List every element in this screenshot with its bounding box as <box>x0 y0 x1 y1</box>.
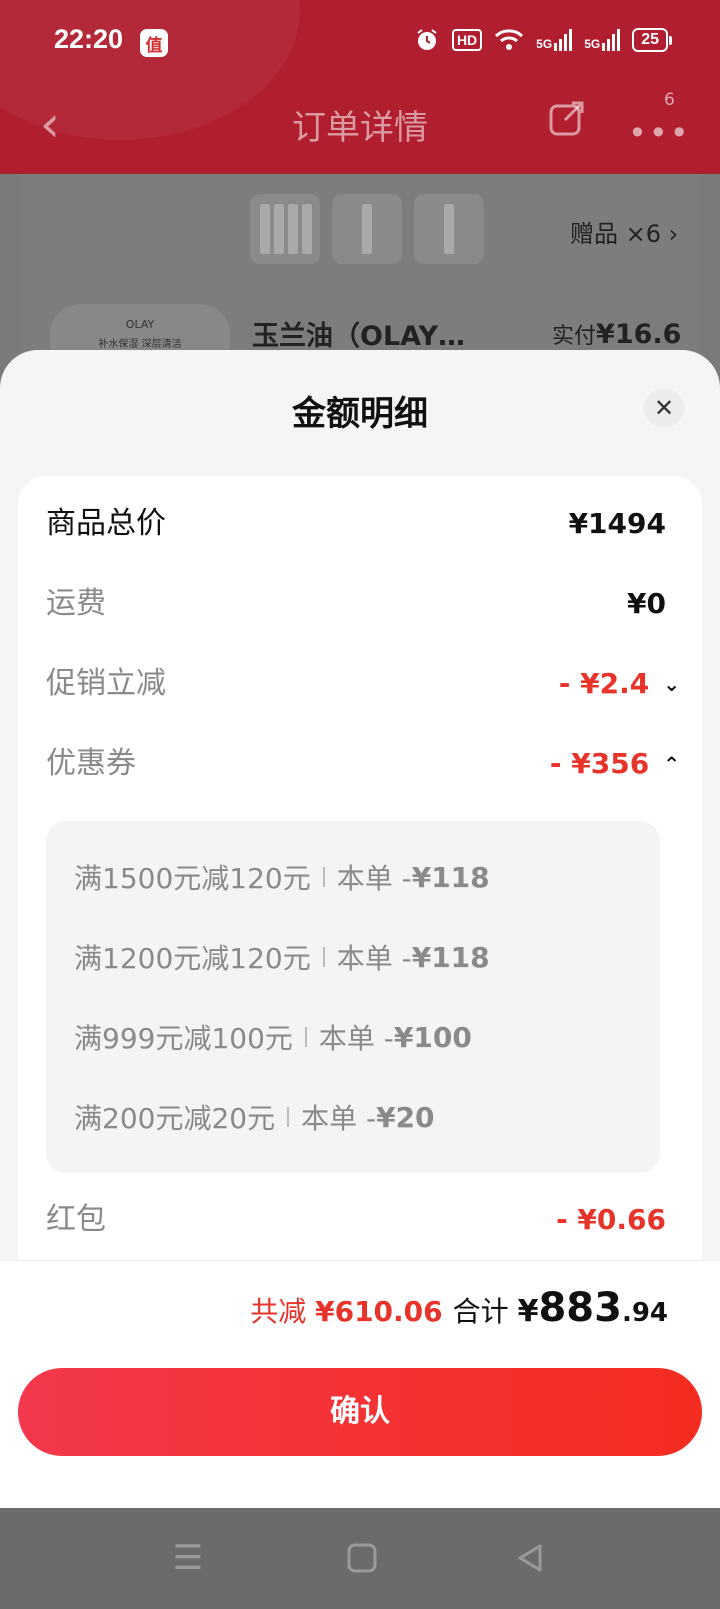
more-icon[interactable]: ••• <box>628 114 691 152</box>
row-value: ¥1494 <box>568 507 666 540</box>
row-label: 商品总价 <box>46 506 166 541</box>
coupon-item: 满1200元减120元 本单 - ¥118 <box>74 940 490 976</box>
more-count-badge: 6 <box>664 90 675 110</box>
signal-icon <box>554 29 573 51</box>
product-name: 玉兰油（OLAY… <box>252 321 466 352</box>
row-goods-total: 商品总价 ¥1494 <box>46 502 666 546</box>
gift-thumbnail <box>414 194 484 264</box>
confirm-area: 确认 <box>0 1356 720 1508</box>
coupon-item: 满200元减20元 本单 - ¥20 <box>74 1100 435 1136</box>
network-5g-2: 5G <box>584 29 621 51</box>
row-label: 红包 <box>46 1202 106 1237</box>
row-promotion[interactable]: 促销立减 - ¥2.4 ⌄ <box>46 662 680 706</box>
navbar: ‹ 订单详情 ••• 6 <box>0 86 720 174</box>
row-label: 运费 <box>46 586 106 621</box>
page-title: 订单详情 <box>292 108 428 148</box>
total-discount: 共减 ¥610.06 <box>250 1295 443 1328</box>
product-paid-price: 实付¥16.6 <box>552 319 682 350</box>
coupon-item: 满999元减100元 本单 - ¥100 <box>74 1020 472 1056</box>
status-time: 22:20 <box>54 24 124 54</box>
system-nav-bar: ☰ <box>0 1508 720 1609</box>
gift-count-link[interactable]: 赠品 ×6 › <box>570 214 678 249</box>
row-value: - ¥356 ⌃ <box>550 742 680 786</box>
chevron-down-icon[interactable]: ⌄ <box>663 662 680 706</box>
row-label: 优惠券 <box>46 746 136 781</box>
row-label: 促销立减 <box>46 666 166 701</box>
status-bar: 22:20 值 HD 5G 5G 25 <box>0 0 720 86</box>
total-summary: 共减 ¥610.06 合计 ¥883.94 <box>250 1285 668 1331</box>
gift-thumbnail <box>250 194 320 264</box>
row-value: - ¥2.4 ⌄ <box>559 662 680 706</box>
amount-panel: 商品总价 ¥1494 运费 ¥0 促销立减 - ¥2.4 ⌄ 优惠券 - ¥356… <box>18 476 702 1296</box>
order-detail-background: 赠品 ×6 › OLAY 补水保湿 深层清洁 玉兰油（OLAY… 实付¥16.6 <box>0 174 720 394</box>
signal-icon <box>602 29 621 51</box>
coupon-list: 满1500元减120元 本单 - ¥118 满1200元减120元 本单 - ¥118 … <box>46 821 660 1173</box>
home-icon[interactable] <box>342 1538 382 1578</box>
row-value: ¥0 <box>627 587 666 620</box>
status-icons: HD 5G 5G 25 <box>414 27 672 53</box>
network-5g-1: 5G <box>536 29 573 51</box>
row-red-packet: 红包 - ¥0.66 <box>46 1198 666 1242</box>
menu-icon[interactable]: ☰ <box>168 1538 208 1578</box>
row-coupon[interactable]: 优惠券 - ¥356 ⌃ <box>46 742 680 786</box>
row-value: - ¥0.66 <box>556 1203 666 1236</box>
sheet-title: 金额明细 <box>292 394 428 434</box>
coupon-item: 满1500元减120元 本单 - ¥118 <box>74 860 490 896</box>
battery-icon: 25 <box>632 28 672 52</box>
total-amount: 合计 ¥883.94 <box>452 1285 668 1331</box>
app-badge-icon: 值 <box>140 29 168 57</box>
alarm-icon <box>417 29 437 50</box>
wifi-icon <box>495 29 524 50</box>
total-bar: 共减 ¥610.06 合计 ¥883.94 <box>0 1260 720 1356</box>
confirm-button[interactable]: 确认 <box>18 1368 702 1456</box>
share-icon[interactable] <box>548 100 586 138</box>
gift-thumbnail <box>332 194 402 264</box>
close-icon[interactable]: ✕ <box>644 388 684 428</box>
row-shipping: 运费 ¥0 <box>46 582 666 626</box>
hd-icon: HD <box>451 29 483 51</box>
header: 22:20 值 HD 5G 5G 25 ‹ 订单详情 ••• 6 <box>0 0 720 174</box>
back-icon[interactable] <box>510 1538 550 1578</box>
chevron-up-icon[interactable]: ⌃ <box>663 742 680 786</box>
